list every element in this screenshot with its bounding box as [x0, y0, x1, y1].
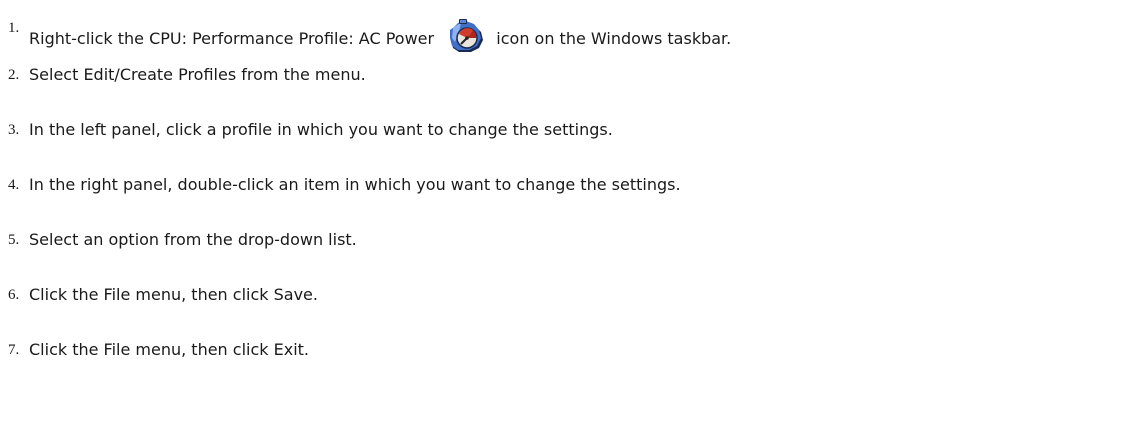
step-number: 4. [8, 177, 20, 193]
step-2: 2. Select Edit/Create Profiles from the … [0, 55, 1141, 95]
step-text: Click the File menu, then click Save. [29, 285, 318, 304]
step-number: 5. [8, 232, 20, 248]
step-text: Select Edit/Create Profiles from the men… [29, 65, 366, 84]
step-text-before-icon: Right-click the CPU: Performance Profile… [29, 29, 435, 48]
step-number: 3. [8, 122, 20, 138]
cpu-performance-profile-icon [445, 18, 487, 58]
step-number: 7. [8, 342, 20, 358]
step-3: 3. In the left panel, click a profile in… [0, 110, 1141, 150]
instruction-steps: 1. Right-click the CPU: Performance Prof… [0, 0, 1141, 434]
step-text-after-icon: icon on the Windows taskbar. [496, 29, 732, 48]
step-6: 6. Click the File menu, then click Save. [0, 275, 1141, 315]
step-number: 2. [8, 67, 20, 83]
step-text: Select an option from the drop-down list… [29, 230, 357, 249]
step-7: 7. Click the File menu, then click Exit. [0, 330, 1141, 370]
step-1: 1. Right-click the CPU: Performance Prof… [0, 8, 1141, 52]
step-5: 5. Select an option from the drop-down l… [0, 220, 1141, 260]
step-text: In the right panel, double-click an item… [29, 175, 681, 194]
step-number: 6. [8, 287, 20, 303]
step-text: In the left panel, click a profile in wh… [29, 120, 613, 139]
step-text: Right-click the CPU: Performance Profile… [29, 18, 731, 58]
step-4: 4. In the right panel, double-click an i… [0, 165, 1141, 205]
step-number: 1. [8, 20, 20, 36]
step-text: Click the File menu, then click Exit. [29, 340, 309, 359]
